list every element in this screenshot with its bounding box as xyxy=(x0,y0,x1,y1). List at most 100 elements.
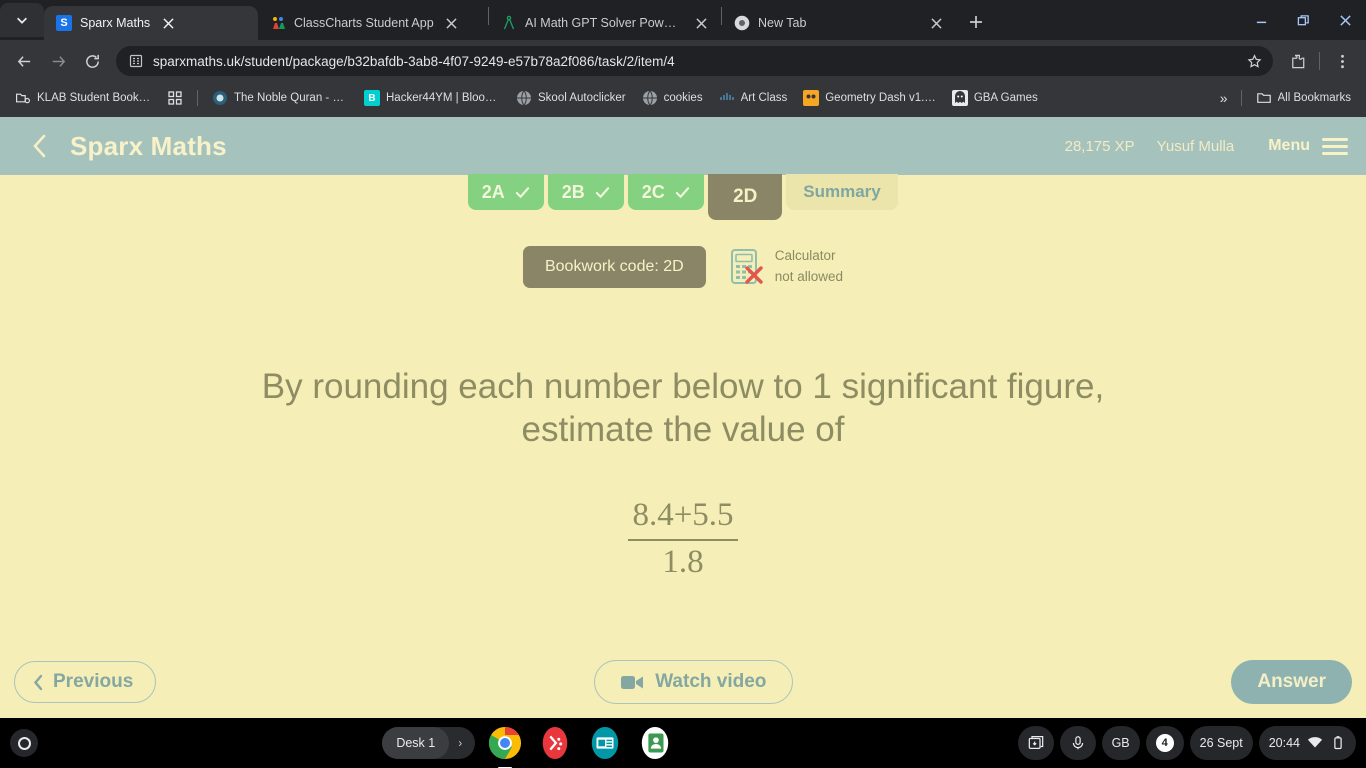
tab-search-button[interactable] xyxy=(0,3,44,37)
cisco-icon xyxy=(719,90,735,106)
chevron-right-icon[interactable]: › xyxy=(453,736,467,750)
reload-icon[interactable] xyxy=(76,45,108,77)
kahoot-icon[interactable] xyxy=(537,725,573,761)
close-icon[interactable] xyxy=(442,13,462,33)
globe-icon xyxy=(642,90,658,106)
task-tab-2b[interactable]: 2B xyxy=(548,174,625,210)
forward-arrow-icon[interactable] xyxy=(42,45,74,77)
question-line-1: By rounding each number below to 1 signi… xyxy=(261,367,1105,406)
bookmark-art-class[interactable]: Art Class xyxy=(712,87,795,109)
bookmark-cookies[interactable]: cookies xyxy=(635,87,710,109)
contacts-icon[interactable] xyxy=(637,725,673,761)
sparx-s-icon: S xyxy=(56,15,72,31)
puzzle-piece-icon[interactable] xyxy=(1281,45,1313,77)
bookmark-divider xyxy=(197,90,198,106)
bookmark-noble-quran[interactable]: The Noble Quran - Q… xyxy=(205,87,355,109)
task-tab-2a[interactable]: 2A xyxy=(468,174,545,210)
fraction-numerator: 8.4+5.5 xyxy=(632,497,734,534)
bookmark-skool-autoclicker[interactable]: Skool Autoclicker xyxy=(509,87,633,109)
task-tab-2d[interactable]: 2D xyxy=(708,174,783,220)
menu-label[interactable]: Menu xyxy=(1268,137,1310,155)
site-info-icon[interactable] xyxy=(128,53,144,69)
answer-button[interactable]: Answer xyxy=(1231,660,1352,704)
back-button[interactable] xyxy=(18,124,62,168)
close-icon[interactable] xyxy=(926,13,946,33)
classcharts-icon xyxy=(270,15,286,31)
bookmark-gba-games[interactable]: GBA Games xyxy=(945,87,1045,109)
check-icon xyxy=(595,186,609,198)
bookmark-geometry-dash[interactable]: Geometry Dash v1.… xyxy=(796,87,943,109)
sparx-header: Sparx Maths 28,175 XP Yusuf Mulla Menu xyxy=(0,117,1366,175)
news-icon[interactable] xyxy=(587,725,623,761)
task-tab-label: 2D xyxy=(733,186,758,207)
check-icon xyxy=(675,186,689,198)
window-controls xyxy=(1240,0,1366,40)
notification-count-button[interactable]: 4 xyxy=(1145,726,1184,760)
address-bar[interactable]: sparxmaths.uk/student/package/b32bafdb-3… xyxy=(116,46,1273,76)
browser-tab-new-tab[interactable]: New Tab xyxy=(722,6,956,40)
calculator-line-1: Calculator xyxy=(774,248,836,264)
close-icon[interactable] xyxy=(1324,0,1366,40)
bottom-action-bar: Previous Watch video Answer xyxy=(0,646,1366,718)
desk-switcher[interactable]: Desk 1 › xyxy=(382,727,476,759)
tab-title: AI Math GPT Solver Powered by xyxy=(525,16,683,30)
close-icon[interactable] xyxy=(158,13,178,33)
calculator-line-2: not allowed xyxy=(774,269,844,284)
user-name: Yusuf Mulla xyxy=(1156,137,1235,155)
all-bookmarks-button[interactable]: All Bookmarks xyxy=(1249,87,1359,109)
new-tab-button[interactable] xyxy=(962,8,990,36)
bookmark-label: Hacker44YM | Blook… xyxy=(386,92,500,104)
restore-icon[interactable] xyxy=(1282,0,1324,40)
compass-icon xyxy=(501,15,517,31)
page-title: Sparx Maths xyxy=(70,130,227,161)
tab-strip: S Sparx Maths ClassCharts Student App AI… xyxy=(0,0,1366,40)
launcher-icon[interactable] xyxy=(10,729,38,757)
task-tabs: 2A 2B 2C 2D Summary xyxy=(0,174,1366,220)
chrome-icon xyxy=(734,15,750,31)
ghost-icon xyxy=(951,90,968,106)
clock-label: 20:44 xyxy=(1268,736,1300,750)
quran-icon xyxy=(212,90,228,106)
keyboard-layout-button[interactable]: GB xyxy=(1101,726,1140,760)
sparx-maths-page: Sparx Maths 28,175 XP Yusuf Mulla Menu 2… xyxy=(0,117,1366,718)
browser-tab-sparx-maths[interactable]: S Sparx Maths xyxy=(44,6,258,40)
task-tab-2c[interactable]: 2C xyxy=(628,174,705,210)
calculator-status: Calculator not allowed xyxy=(730,246,843,288)
xp-counter: 28,175 XP xyxy=(1064,137,1135,155)
watch-video-label: Watch video xyxy=(655,671,767,692)
tab-title: Sparx Maths xyxy=(80,16,151,30)
previous-button[interactable]: Previous xyxy=(14,661,157,703)
bookmark-label: Skool Autoclicker xyxy=(538,92,626,104)
task-tab-label: 2A xyxy=(481,181,505,202)
watch-video-button[interactable]: Watch video xyxy=(594,660,794,704)
browser-tab-classcharts[interactable]: ClassCharts Student App xyxy=(258,6,488,40)
shelf-app-icons xyxy=(487,725,673,768)
close-icon[interactable] xyxy=(691,13,711,33)
microphone-icon[interactable] xyxy=(1059,726,1096,760)
desk-label: Desk 1 xyxy=(382,727,450,759)
task-tab-summary[interactable]: Summary xyxy=(786,174,898,210)
screen-capture-icon[interactable] xyxy=(1017,726,1054,760)
date-button[interactable]: 26 Sept xyxy=(1189,726,1253,760)
three-dot-menu-icon[interactable] xyxy=(1326,45,1358,77)
bookmark-label: Art Class xyxy=(740,92,788,104)
bookmarks-overflow-button[interactable]: » xyxy=(1214,87,1234,109)
chrome-icon[interactable] xyxy=(487,725,523,768)
bookmark-klab-student-bookmarks[interactable]: KLAB Student Bookmarks xyxy=(8,87,158,109)
browser-toolbar: sparxmaths.uk/student/package/b32bafdb-3… xyxy=(0,40,1366,82)
bookmark-apps-grid[interactable] xyxy=(160,87,190,109)
bookmark-hacker44ym-blooket[interactable]: B Hacker44YM | Blook… xyxy=(357,87,507,109)
browser-tab-ai-math-gpt[interactable]: AI Math GPT Solver Powered by xyxy=(489,6,721,40)
status-area-button[interactable]: 20:44 xyxy=(1258,726,1356,760)
bookmark-label: GBA Games xyxy=(973,92,1038,104)
notification-badge: 4 xyxy=(1155,734,1174,752)
back-arrow-icon[interactable] xyxy=(8,45,40,77)
minimize-icon[interactable] xyxy=(1240,0,1282,40)
globe-icon xyxy=(516,90,532,106)
calculator-not-allowed-icon xyxy=(730,248,764,286)
star-icon[interactable] xyxy=(1241,48,1267,74)
previous-label: Previous xyxy=(53,671,134,692)
hamburger-icon[interactable] xyxy=(1322,137,1348,155)
bookmark-label: Geometry Dash v1.… xyxy=(825,92,936,104)
chromeos-shelf: Desk 1 › GB 4 26 Sept 20:44 xyxy=(0,718,1366,768)
